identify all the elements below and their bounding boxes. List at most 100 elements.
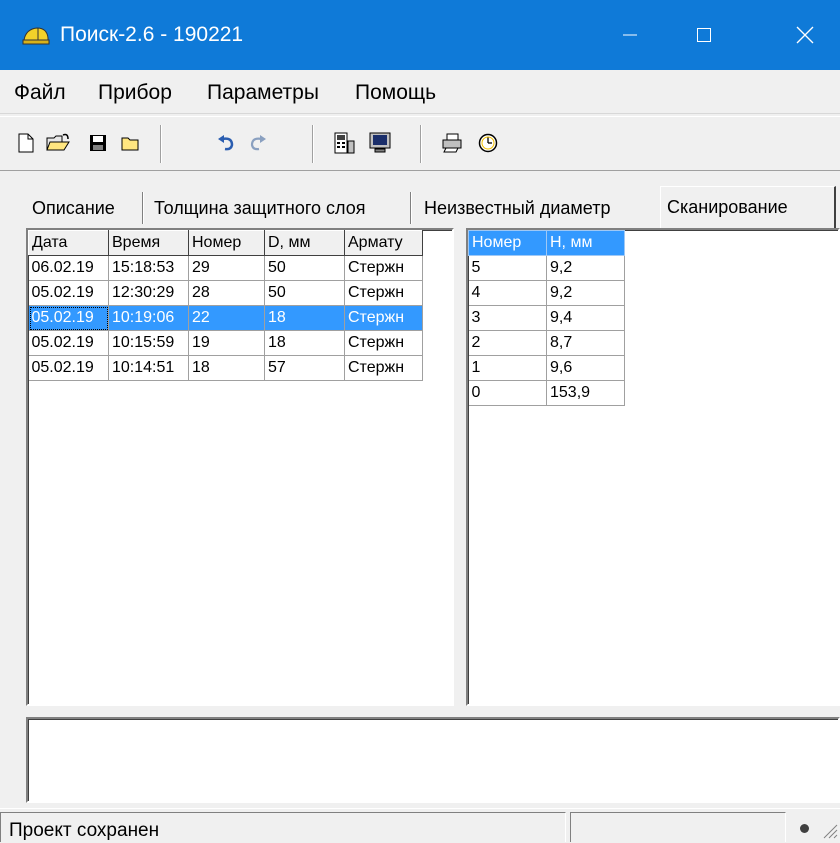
- open-button[interactable]: [42, 127, 74, 159]
- tab-separator: [410, 192, 412, 224]
- cell-number: 18: [188, 355, 265, 381]
- cell-rebar: Стержн: [344, 330, 423, 356]
- table-row[interactable]: 05.02.19 10:14:51 18 57 Стержн: [28, 355, 423, 381]
- menu-help[interactable]: Помощь: [355, 81, 436, 105]
- resize-grip-icon[interactable]: [818, 814, 838, 839]
- helmet-icon: [22, 27, 50, 45]
- menu-device[interactable]: Прибор: [98, 81, 172, 105]
- table-row[interactable]: 05.02.19 10:15:59 19 18 Стержн: [28, 330, 423, 356]
- table-row[interactable]: 1 9,6: [468, 355, 625, 381]
- clock-button[interactable]: [472, 127, 504, 159]
- tab-cover-thickness[interactable]: Толщина защитного слоя: [148, 190, 372, 226]
- cell-diameter: 50: [264, 280, 345, 306]
- scans-list-panel[interactable]: Дата Время Номер D, мм Армату 06.02.19 1…: [26, 228, 454, 706]
- cell-number: 0: [468, 380, 547, 406]
- table-row[interactable]: 5 9,2: [468, 255, 625, 281]
- table-row[interactable]: 06.02.19 15:18:53 29 50 Стержн: [28, 255, 423, 281]
- cell-time: 15:18:53: [108, 255, 189, 281]
- table-row[interactable]: 0 153,9: [468, 380, 625, 406]
- cell-diameter: 18: [264, 330, 345, 356]
- column-header-date[interactable]: Дата: [28, 230, 109, 256]
- notes-panel[interactable]: [26, 717, 840, 803]
- toolbar-separator: [312, 125, 314, 163]
- table-row[interactable]: 4 9,2: [468, 280, 625, 306]
- close-button[interactable]: [770, 0, 840, 70]
- minimize-button[interactable]: [595, 0, 665, 70]
- measurements-panel[interactable]: Номер H, мм 5 9,2 4 9,2 3 9,4 2 8,7 1 9,…: [466, 228, 840, 706]
- status-indicator-icon: [800, 824, 809, 833]
- column-header-rebar[interactable]: Армату: [344, 230, 423, 256]
- folder-icon: [121, 137, 139, 151]
- table-row[interactable]: 05.02.19 12:30:29 28 50 Стержн: [28, 280, 423, 306]
- table-row-selected[interactable]: 05.02.19 10:19:06 22 18 Стержн: [28, 305, 423, 331]
- menu-file[interactable]: Файл: [14, 81, 66, 105]
- monitor-icon: [369, 132, 391, 153]
- window-title: Поиск-2.6 - 190221: [60, 23, 244, 46]
- cell-rebar: Стержн: [344, 355, 423, 381]
- cell-date: 05.02.19: [28, 305, 109, 331]
- tab-unknown-diameter[interactable]: Неизвестный диаметр: [418, 190, 616, 226]
- column-header-height[interactable]: H, мм: [546, 230, 625, 256]
- menu-parameters[interactable]: Параметры: [207, 81, 319, 105]
- cell-number: 22: [188, 305, 265, 331]
- undo-button[interactable]: [210, 127, 242, 159]
- folder-button[interactable]: [114, 127, 146, 159]
- device-button[interactable]: [328, 127, 360, 159]
- undo-icon: [218, 135, 234, 151]
- close-icon: [796, 26, 814, 44]
- toolbar: [0, 116, 840, 171]
- monitor-button[interactable]: [364, 127, 396, 159]
- cell-number: 28: [188, 280, 265, 306]
- cell-number: 29: [188, 255, 265, 281]
- tab-scanning[interactable]: Сканирование: [660, 186, 836, 228]
- cell-date: 05.02.19: [28, 355, 109, 381]
- table-row[interactable]: 3 9,4: [468, 305, 625, 331]
- cell-time: 10:15:59: [108, 330, 189, 356]
- toolbar-separator: [420, 125, 422, 163]
- measurements-table: Номер H, мм 5 9,2 4 9,2 3 9,4 2 8,7 1 9,…: [468, 230, 625, 406]
- cell-diameter: 50: [264, 255, 345, 281]
- cell-diameter: 18: [264, 305, 345, 331]
- clock-icon: [478, 133, 498, 153]
- save-button[interactable]: [82, 127, 114, 159]
- table-row[interactable]: 2 8,7: [468, 330, 625, 356]
- scans-table: Дата Время Номер D, мм Армату 06.02.19 1…: [28, 230, 423, 381]
- redo-button[interactable]: [242, 127, 274, 159]
- cell-height: 9,2: [546, 280, 625, 306]
- title-bar[interactable]: Поиск-2.6 - 190221: [0, 0, 840, 70]
- device-icon: [334, 132, 355, 154]
- maximize-icon: [697, 28, 711, 42]
- table-header-row: Номер H, мм: [468, 230, 625, 256]
- cell-number: 3: [468, 305, 547, 331]
- cell-date: 06.02.19: [28, 255, 109, 281]
- cell-time: 10:19:06: [108, 305, 189, 331]
- print-button[interactable]: [436, 127, 468, 159]
- cell-height: 9,2: [546, 255, 625, 281]
- toolbar-separator: [160, 125, 162, 163]
- print-icon: [442, 133, 462, 153]
- tab-separator: [142, 192, 144, 224]
- cell-height: 153,9: [546, 380, 625, 406]
- cell-number: 19: [188, 330, 265, 356]
- minimize-icon: [623, 34, 637, 36]
- column-header-number[interactable]: Номер: [468, 230, 547, 256]
- tab-strip: Описание Толщина защитного слоя Неизвест…: [0, 186, 840, 230]
- maximize-button[interactable]: [669, 0, 739, 70]
- tab-description[interactable]: Описание: [26, 190, 121, 226]
- column-header-diameter[interactable]: D, мм: [264, 230, 345, 256]
- cell-height: 9,4: [546, 305, 625, 331]
- cell-time: 10:14:51: [108, 355, 189, 381]
- new-file-icon: [18, 133, 34, 153]
- cell-number: 2: [468, 330, 547, 356]
- new-file-button[interactable]: [10, 127, 42, 159]
- column-header-time[interactable]: Время: [108, 230, 189, 256]
- cell-number: 4: [468, 280, 547, 306]
- redo-icon: [250, 135, 266, 151]
- cell-rebar: Стержн: [344, 305, 423, 331]
- cell-number: 1: [468, 355, 547, 381]
- table-header-row: Дата Время Номер D, мм Армату: [28, 230, 423, 256]
- menu-bar: Файл Прибор Параметры Помощь: [0, 70, 840, 114]
- status-panel-main: Проект сохранен: [0, 812, 566, 842]
- column-header-number[interactable]: Номер: [188, 230, 265, 256]
- cell-diameter: 57: [264, 355, 345, 381]
